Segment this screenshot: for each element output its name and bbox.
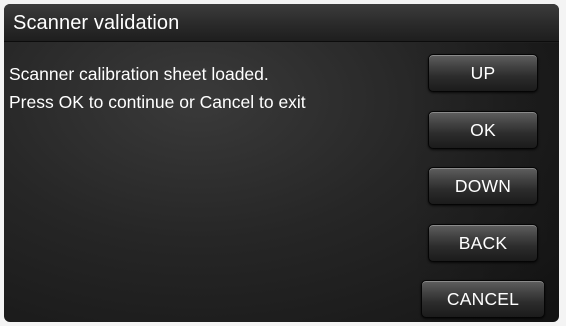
scanner-validation-screen: Scanner validation Scanner calibration s… (4, 4, 559, 322)
up-button[interactable]: UP (428, 54, 538, 92)
message-line-2: Press OK to continue or Cancel to exit (9, 92, 306, 112)
ok-button[interactable]: OK (428, 111, 538, 149)
message-line-1: Scanner calibration sheet loaded. (9, 64, 269, 84)
back-button[interactable]: BACK (428, 224, 538, 262)
title-bar: Scanner validation (4, 4, 559, 42)
message-area: Scanner calibration sheet loaded. Press … (9, 60, 414, 116)
cancel-button[interactable]: CANCEL (421, 280, 545, 318)
screen-title: Scanner validation (13, 12, 180, 34)
down-button[interactable]: DOWN (428, 167, 538, 205)
